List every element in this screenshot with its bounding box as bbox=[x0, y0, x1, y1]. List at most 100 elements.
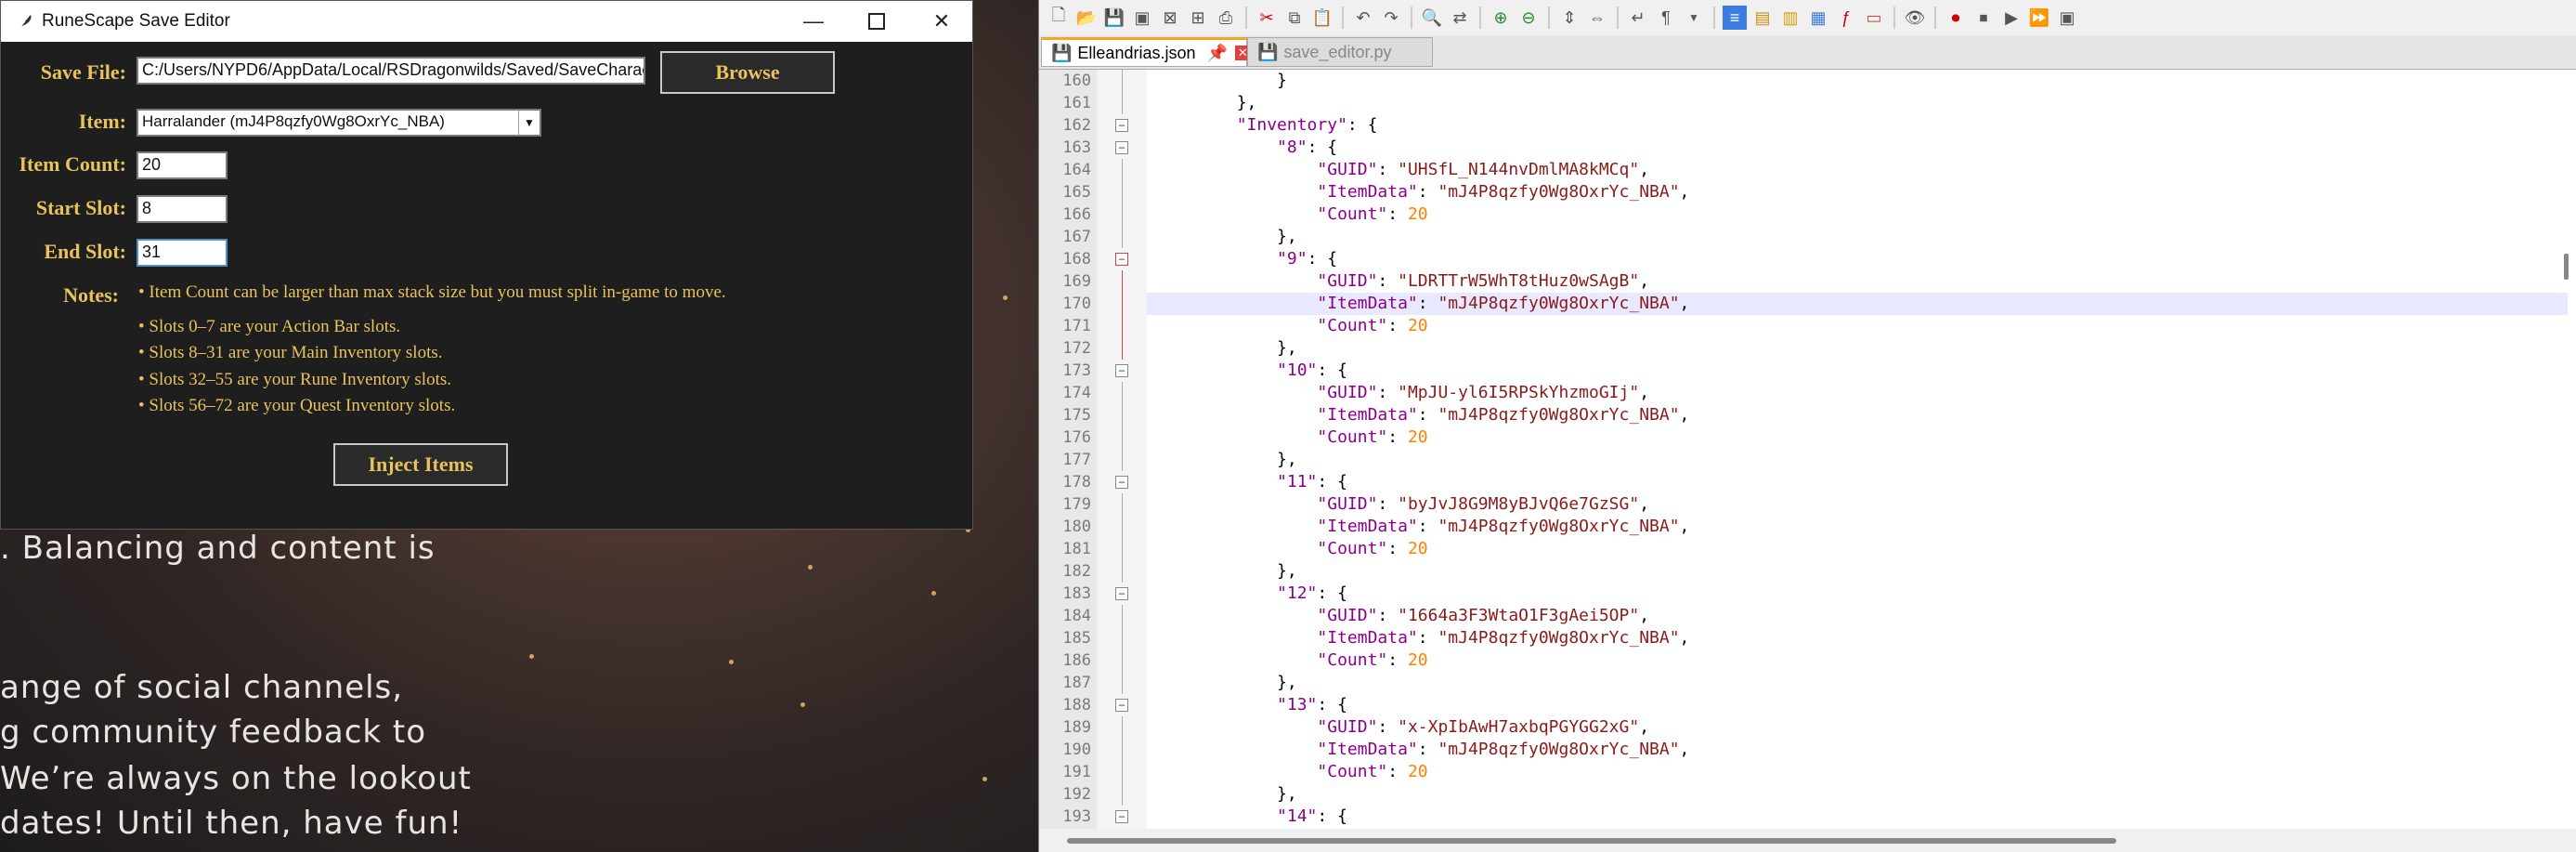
background-text-line: g community feedback to bbox=[0, 714, 427, 751]
item-count-field[interactable]: 20 bbox=[137, 151, 228, 179]
minimize-button[interactable]: — bbox=[781, 1, 846, 42]
code-line[interactable]: "ItemData": "mJ4P8qzfy0Wg8OxrYc_NBA", bbox=[1156, 739, 1689, 761]
sync-vertical-icon[interactable]: ⇕ bbox=[1557, 6, 1581, 30]
folder-as-workspace-icon[interactable]: ▭ bbox=[1862, 6, 1886, 30]
toolbar-separator bbox=[1893, 7, 1895, 29]
redo-icon[interactable]: ↷ bbox=[1379, 6, 1403, 30]
code-line[interactable]: "ItemData": "mJ4P8qzfy0Wg8OxrYc_NBA", bbox=[1156, 627, 1689, 649]
fold-toggle-icon[interactable]: − bbox=[1115, 119, 1128, 132]
playback-icon[interactable]: ▶ bbox=[1999, 6, 2023, 30]
fold-toggle-icon[interactable]: − bbox=[1115, 587, 1128, 600]
horizontal-scrollbar-thumb[interactable] bbox=[1067, 838, 2116, 844]
code-line[interactable]: }, bbox=[1156, 783, 1297, 806]
dropdown-arrow-icon[interactable]: ▼ bbox=[1682, 6, 1706, 30]
sync-horizontal-icon[interactable]: ⇔ bbox=[1585, 6, 1609, 30]
code-line[interactable]: "Count": 20 bbox=[1156, 761, 1427, 783]
code-line[interactable]: "Count": 20 bbox=[1156, 426, 1427, 449]
code-line[interactable]: "GUID": "MpJU-yl6I5RPSkYhzmoGIj", bbox=[1156, 382, 1649, 404]
undo-icon[interactable]: ↶ bbox=[1351, 6, 1375, 30]
word-wrap-icon[interactable]: ↵ bbox=[1626, 6, 1650, 30]
code-line[interactable]: "Count": 20 bbox=[1156, 538, 1427, 560]
code-line[interactable]: "GUID": "byJvJ8G9M8yBJvQ6e7GzSG", bbox=[1156, 493, 1649, 516]
code-editor[interactable]: 160 } 161 }, 162 − "Inventory": {163 − "8": … bbox=[1039, 70, 2576, 829]
cut-icon[interactable]: ✂ bbox=[1255, 6, 1279, 30]
replace-icon[interactable]: ⇄ bbox=[1448, 6, 1472, 30]
code-line[interactable]: "Inventory": { bbox=[1156, 114, 1378, 137]
show-all-chars-icon[interactable]: ¶ bbox=[1654, 6, 1678, 30]
code-line[interactable]: "11": { bbox=[1156, 471, 1347, 493]
paste-icon[interactable]: 📋 bbox=[1310, 6, 1334, 30]
run-macro-multiple-icon[interactable]: ⏩ bbox=[2027, 6, 2051, 30]
code-line[interactable]: }, bbox=[1156, 449, 1297, 471]
save-macro-icon[interactable]: ▣ bbox=[2055, 6, 2079, 30]
fold-toggle-icon[interactable]: − bbox=[1115, 699, 1128, 712]
code-line[interactable]: "12": { bbox=[1156, 583, 1347, 605]
code-line[interactable]: "GUID": "1664a3F3WtaO1F3gAei5OP", bbox=[1156, 605, 1649, 627]
code-line[interactable]: }, bbox=[1156, 672, 1297, 694]
stop-recording-icon[interactable]: ⏹ bbox=[1971, 6, 1996, 30]
fold-guide-line bbox=[1122, 605, 1123, 627]
code-line[interactable]: "14": { bbox=[1156, 806, 1347, 828]
monitoring-icon[interactable]: 👁 bbox=[1903, 6, 1927, 30]
code-line[interactable]: "Count": 20 bbox=[1156, 649, 1427, 672]
fold-toggle-icon[interactable]: − bbox=[1115, 253, 1128, 266]
vertical-scrollbar-thumb[interactable] bbox=[2564, 254, 2569, 280]
tab-elleandrias-json[interactable]: 💾 Elleandrias.json 📌 ✕ bbox=[1041, 37, 1251, 67]
code-line[interactable]: "13": { bbox=[1156, 694, 1347, 716]
code-line[interactable]: "ItemData": "mJ4P8qzfy0Wg8OxrYc_NBA", bbox=[1156, 516, 1689, 538]
browse-button[interactable]: Browse bbox=[660, 51, 835, 94]
item-select[interactable]: Harralander (mJ4P8qzfy0Wg8OxrYc_NBA) ▼ bbox=[137, 109, 541, 137]
print-icon[interactable]: ⎙ bbox=[1214, 6, 1238, 30]
code-line[interactable]: }, bbox=[1156, 560, 1297, 583]
function-list-icon[interactable]: ƒ bbox=[1834, 6, 1858, 30]
copy-icon[interactable]: ⧉ bbox=[1282, 6, 1307, 30]
code-line[interactable]: "8": { bbox=[1156, 137, 1337, 159]
code-line[interactable]: "9": { bbox=[1156, 248, 1337, 270]
open-file-icon[interactable]: 📂 bbox=[1074, 6, 1099, 30]
code-line[interactable]: } bbox=[1156, 70, 1287, 92]
close-all-icon[interactable]: ⊞ bbox=[1186, 6, 1210, 30]
fold-toggle-icon[interactable]: − bbox=[1115, 476, 1128, 489]
code-line[interactable]: }, bbox=[1156, 226, 1297, 248]
code-line[interactable]: }, bbox=[1156, 337, 1297, 360]
save-all-icon[interactable]: ▣ bbox=[1130, 6, 1154, 30]
title-bar[interactable]: RuneScape Save Editor — ✕ bbox=[1, 1, 972, 42]
end-slot-field[interactable]: 31 bbox=[137, 239, 228, 267]
pin-icon[interactable]: 📌 bbox=[1207, 44, 1228, 63]
tab-save-editor-py[interactable]: 💾 save_editor.py bbox=[1247, 37, 1433, 67]
record-macro-icon[interactable]: ⏺ bbox=[1944, 6, 1968, 30]
chevron-down-icon[interactable]: ▼ bbox=[518, 111, 540, 135]
code-line[interactable]: "10": { bbox=[1156, 360, 1347, 382]
close-file-icon[interactable]: ⊠ bbox=[1158, 6, 1182, 30]
code-line[interactable]: "Count": 20 bbox=[1156, 203, 1427, 226]
code-line[interactable]: }, bbox=[1156, 92, 1257, 114]
fold-toggle-icon[interactable]: − bbox=[1115, 364, 1128, 377]
indent-guide-icon[interactable]: ≡ bbox=[1723, 6, 1747, 30]
code-line[interactable]: "ItemData": "mJ4P8qzfy0Wg8OxrYc_NBA", bbox=[1156, 293, 1689, 315]
zoom-in-icon[interactable]: ⊕ bbox=[1489, 6, 1513, 30]
maximize-button[interactable] bbox=[844, 1, 909, 42]
fold-guide-line bbox=[1122, 226, 1123, 248]
document-map-icon[interactable]: ▥ bbox=[1778, 6, 1802, 30]
zoom-out-icon[interactable]: ⊖ bbox=[1516, 6, 1541, 30]
code-line[interactable]: "Count": 20 bbox=[1156, 315, 1427, 337]
start-slot-field[interactable]: 8 bbox=[137, 195, 228, 223]
save-icon[interactable]: 💾 bbox=[1102, 6, 1126, 30]
code-line[interactable]: "GUID": "UHSfL_N144nvDmlMA8kMCq", bbox=[1156, 159, 1649, 181]
code-line[interactable]: "GUID": "LDRTTrW5WhT8tHuz0wSAgB", bbox=[1156, 270, 1649, 293]
code-line[interactable]: "ItemData": "mJ4P8qzfy0Wg8OxrYc_NBA", bbox=[1156, 404, 1689, 426]
new-file-icon[interactable]: 🗋 bbox=[1047, 6, 1071, 30]
document-list-icon[interactable]: ▦ bbox=[1806, 6, 1830, 30]
find-icon[interactable]: 🔍 bbox=[1420, 6, 1444, 30]
fold-toggle-icon[interactable]: − bbox=[1115, 810, 1128, 823]
fold-toggle-icon[interactable]: − bbox=[1115, 141, 1128, 154]
save-file-path-field[interactable]: C:/Users/NYPD6/AppData/Local/RSDragonwil… bbox=[137, 57, 645, 85]
inject-items-button[interactable]: Inject Items bbox=[333, 443, 508, 486]
code-line[interactable]: "GUID": "x-XpIbAwH7axbqPGYGG2xG", bbox=[1156, 716, 1649, 739]
ember-particle bbox=[529, 654, 534, 659]
toolbar-separator bbox=[1934, 7, 1936, 29]
horizontal-scrollbar[interactable] bbox=[1039, 829, 2576, 852]
close-button[interactable]: ✕ bbox=[909, 1, 974, 42]
code-line[interactable]: "ItemData": "mJ4P8qzfy0Wg8OxrYc_NBA", bbox=[1156, 181, 1689, 203]
user-defined-language-icon[interactable]: ▤ bbox=[1750, 6, 1775, 30]
